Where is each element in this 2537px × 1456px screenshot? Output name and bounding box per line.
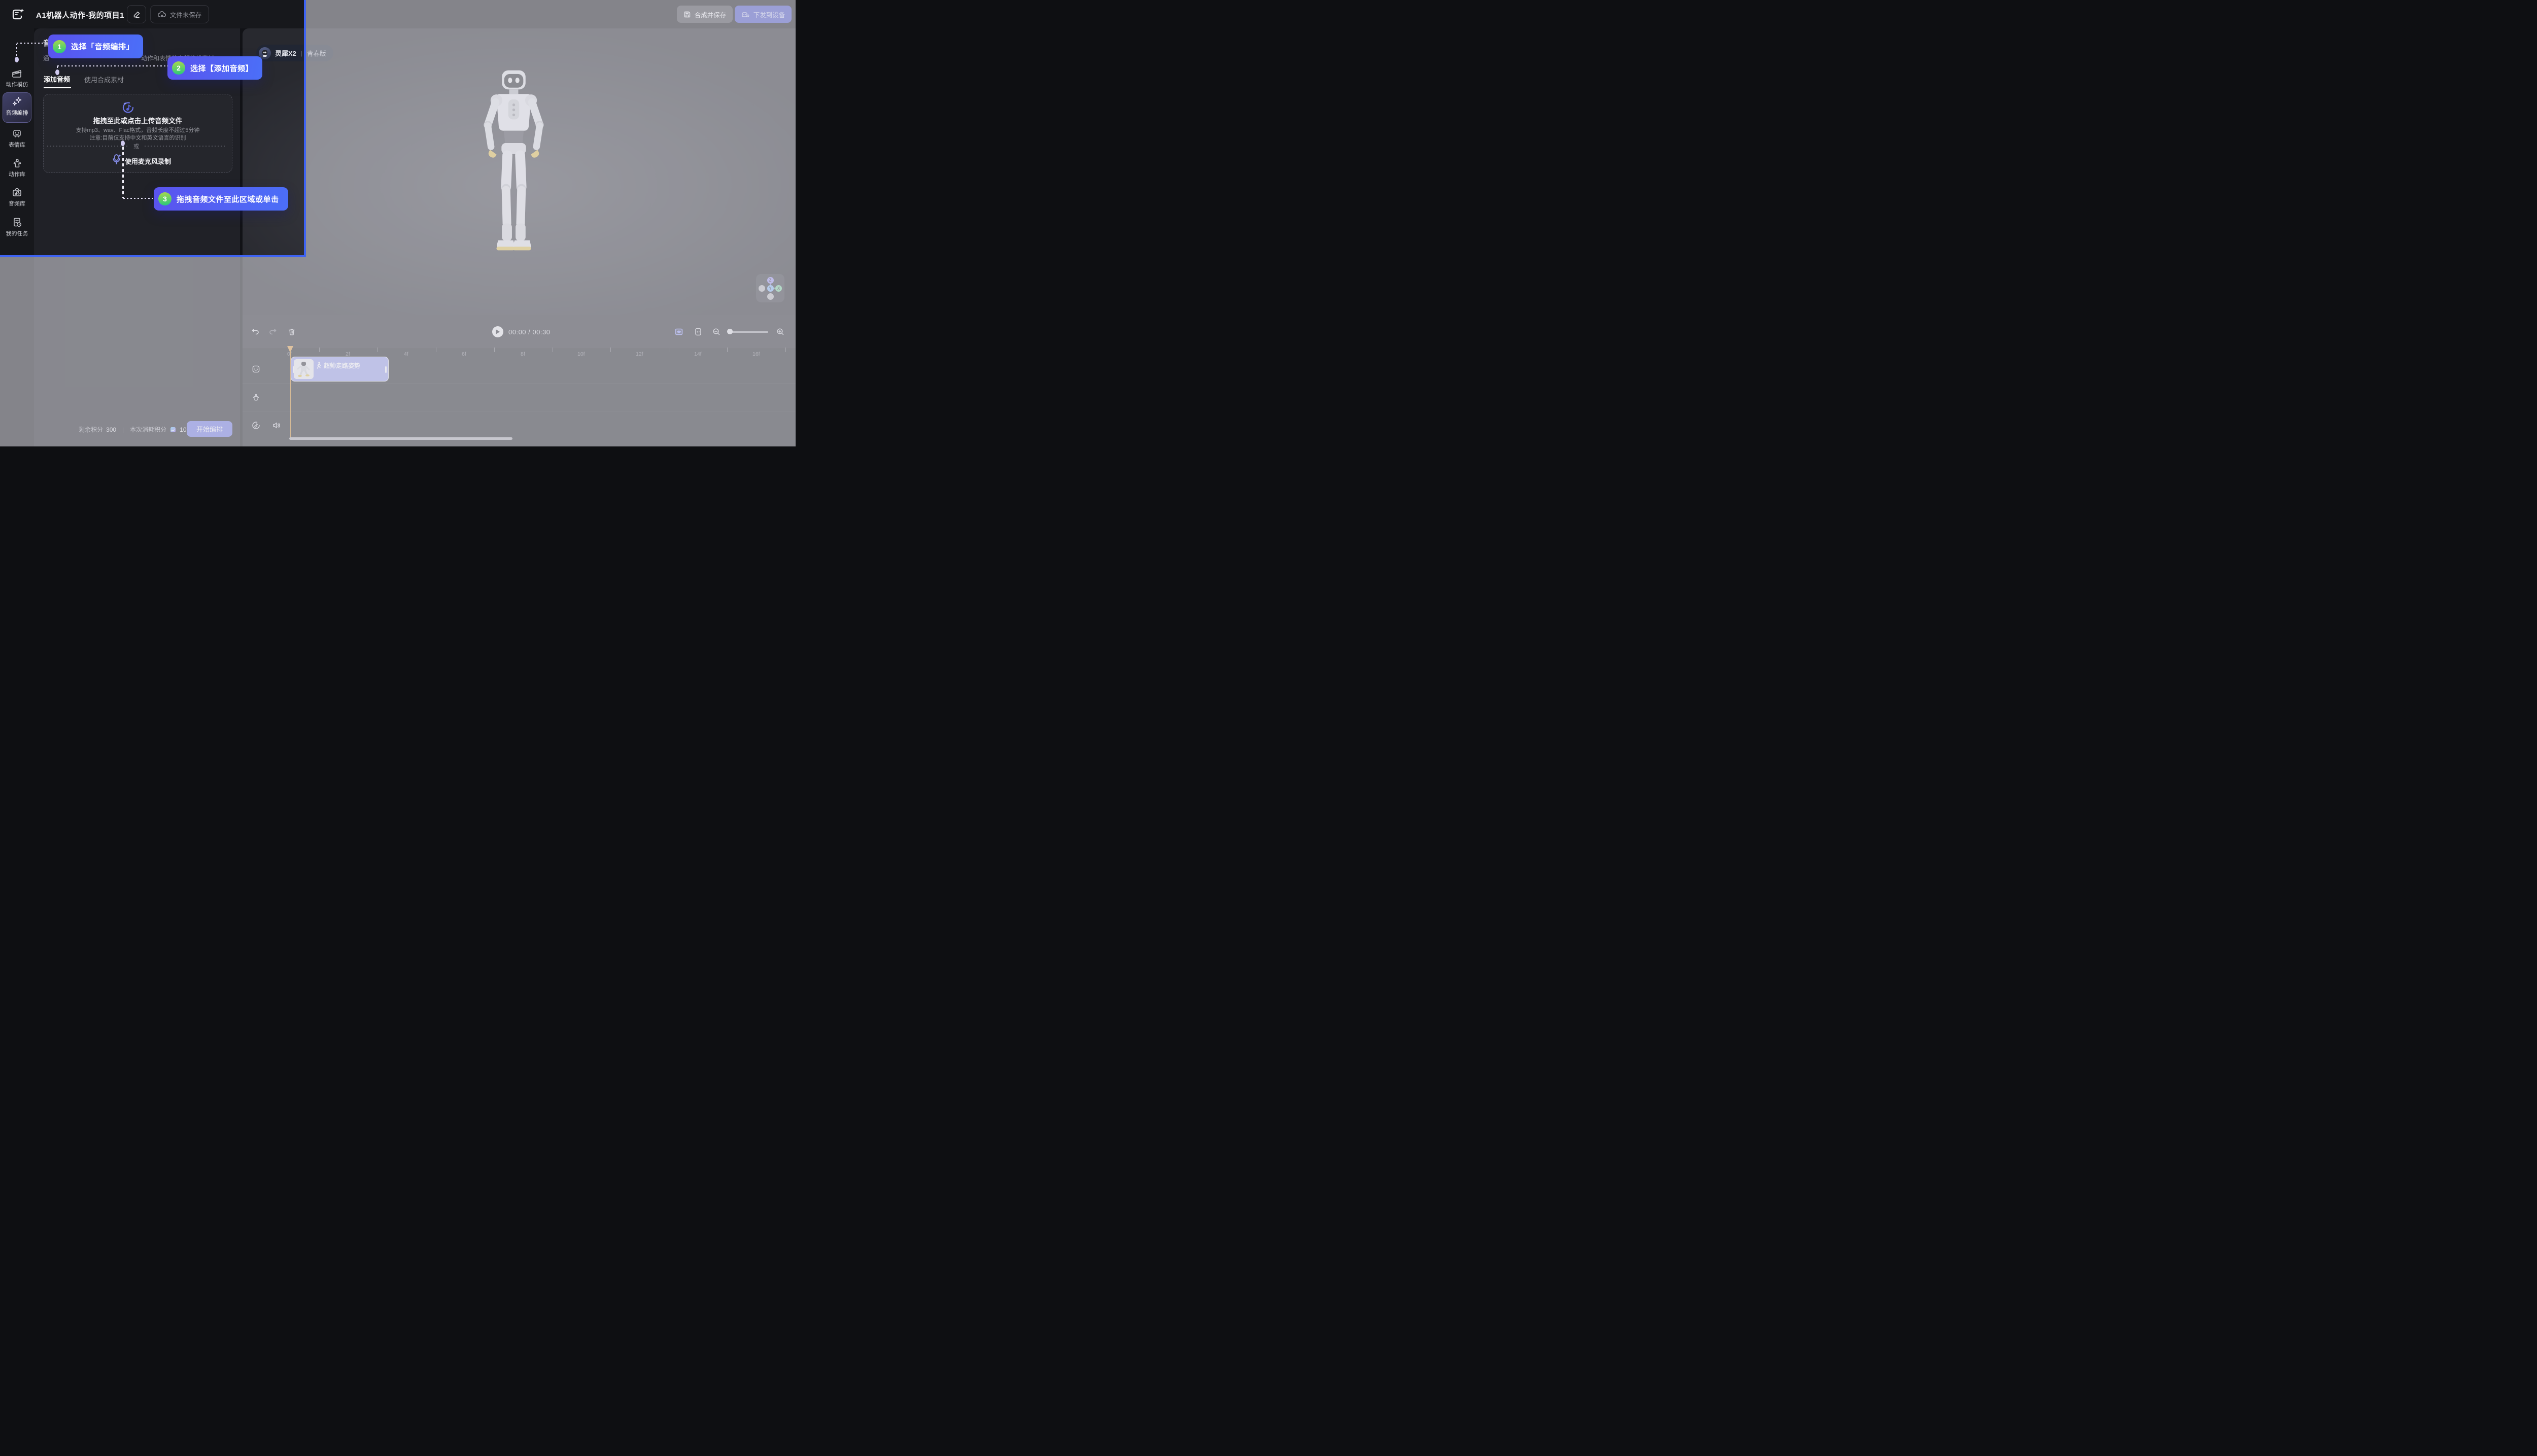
tutorial-connector-3-dot (121, 141, 125, 146)
upload-sub-formats: 支持mp3、wav、Flac格式，音频长度不超过5分钟 (43, 126, 232, 134)
divider-line-left (47, 146, 128, 147)
sidebar-item-expression-library[interactable]: 表情库 (0, 129, 34, 149)
spotlight-border-right (304, 0, 306, 257)
tutorial-dim-overlay (0, 257, 306, 446)
tab-active-underline (44, 87, 71, 88)
step-2-badge: 2 (172, 61, 185, 75)
tutorial-connector-2-h (57, 65, 168, 66)
project-title: A1机器人动作-我的项目1 (36, 10, 124, 20)
step-2-text: 选择【添加音频】 (190, 63, 253, 74)
tutorial-step-3-callout: 3 拖拽音频文件至此区域或单击 (154, 187, 288, 211)
file-status-label: 文件未保存 (170, 10, 202, 19)
upload-sub-note: 注意:目前仅支持中文和英文语言的识别 (43, 133, 232, 142)
robot-face-icon (12, 129, 22, 139)
sidebar-item-motion-mimic[interactable]: 动作模仿 (0, 69, 34, 88)
step-1-badge: 1 (53, 40, 66, 53)
tab-add-audio[interactable]: 添加音频 (44, 74, 70, 84)
divider-or-label: 或 (133, 142, 139, 150)
tasks-clock-icon (12, 217, 22, 228)
rename-button[interactable] (127, 5, 146, 23)
tutorial-connector-3-h (123, 198, 155, 199)
sidebar-item-label: 音频库 (9, 199, 25, 207)
file-status-button[interactable]: 文件未保存 (150, 5, 209, 23)
sidebar-item-audio-library[interactable]: 音频库 (0, 188, 34, 207)
tab-use-material[interactable]: 使用合成素材 (84, 75, 124, 84)
tutorial-connector-3-v (122, 147, 124, 198)
tutorial-step-2-callout: 2 选择【添加音频】 (167, 56, 262, 80)
robot-name: 灵犀X2 (275, 48, 296, 58)
sidebar-item-my-tasks[interactable]: 我的任务 (0, 217, 34, 237)
sparkles-icon (12, 96, 23, 107)
cloud-unsaved-icon (158, 11, 166, 18)
sidebar-item-label: 动作模仿 (6, 80, 28, 88)
microphone-icon (111, 153, 122, 165)
ai-music-upload-icon (121, 100, 136, 115)
step-1-text: 选择「音频编排」 (71, 41, 134, 52)
tutorial-step-1-callout: 1 选择「音频编排」 (48, 34, 143, 58)
upload-headline: 拖拽至此或点击上传音频文件 (43, 115, 232, 125)
sidebar-item-label: 表情库 (9, 141, 25, 149)
sidebar-item-motion-library[interactable]: 动作库 (0, 158, 34, 178)
tutorial-connector-1-dot (15, 57, 19, 62)
divider-line-right (145, 146, 226, 147)
app-window: A1机器人动作-我的项目1 文件未保存 合成并保存 (0, 0, 796, 446)
pencil-icon (133, 11, 141, 18)
spotlight-border-bottom (0, 255, 306, 257)
sidebar-item-label: 我的任务 (6, 229, 28, 237)
tutorial-connector-2-dot (55, 70, 59, 75)
step-3-text: 拖拽音频文件至此区域或单击 (177, 194, 279, 204)
mic-record-button[interactable]: 使用麦克风录制 (125, 156, 171, 166)
person-icon (12, 158, 22, 168)
sidebar-item-label: 动作库 (9, 170, 25, 178)
robot-name-separator: | (301, 50, 302, 57)
tutorial-dim-overlay (306, 0, 796, 446)
tutorial-connector-1-h (17, 43, 48, 44)
robot-head-icon (261, 49, 269, 57)
tutorial-connector-1-v (16, 44, 17, 57)
app-logo-icon (12, 8, 25, 21)
sidebar-item-label: 音频编排 (6, 109, 28, 117)
music-box-icon (12, 188, 22, 198)
step-3-badge: 3 (158, 192, 172, 205)
sidebar-item-audio-arrange[interactable]: 音频编排 (0, 96, 34, 117)
clapperboard-icon (12, 69, 22, 79)
